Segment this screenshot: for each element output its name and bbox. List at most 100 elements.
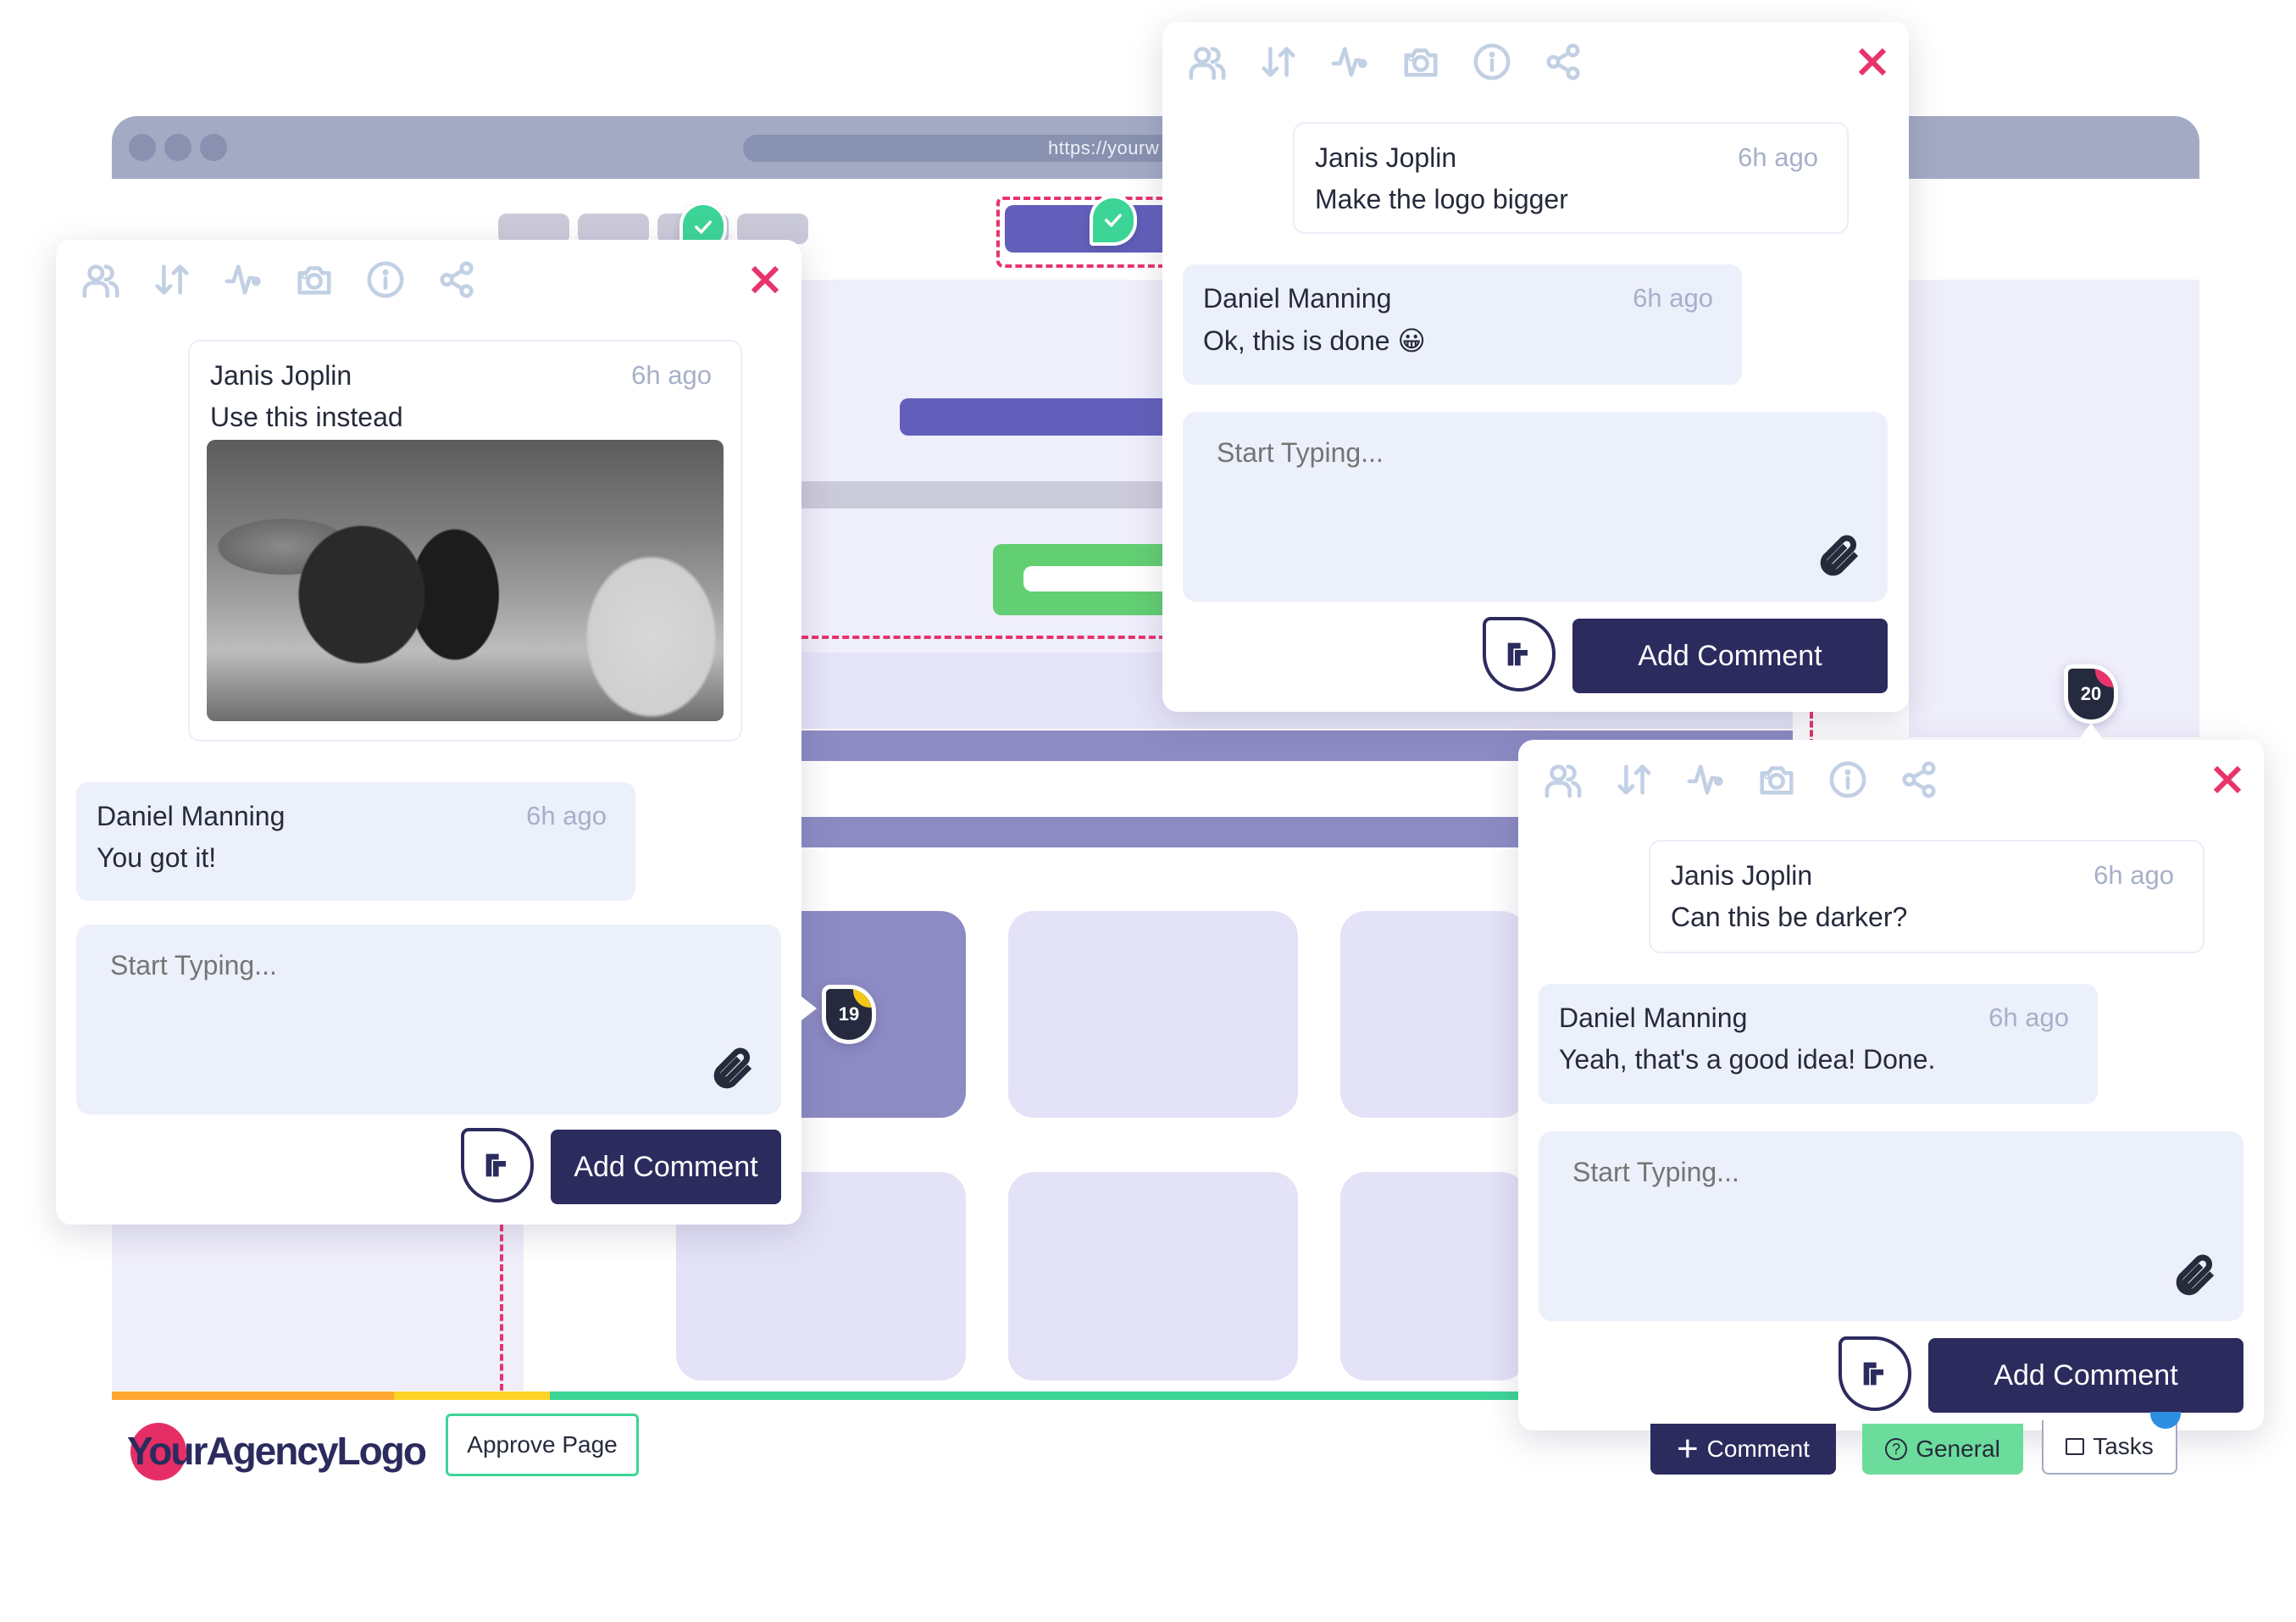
- message-time: 6h ago: [2094, 860, 2174, 890]
- comment-popup: Janis Joplin 6h ago Make the logo bigger…: [1162, 22, 1909, 712]
- general-button[interactable]: ? General: [1862, 1424, 2023, 1475]
- message-text: You got it!: [97, 842, 217, 873]
- activity-icon[interactable]: [1330, 42, 1369, 86]
- chat-bubble-icon: [2066, 1438, 2085, 1455]
- brand-icon: [1507, 642, 1528, 666]
- hero-subline: [801, 481, 1166, 508]
- message-time: 6h ago: [526, 801, 607, 830]
- plus-icon: +: [1676, 1428, 1699, 1469]
- share-icon[interactable]: [437, 260, 476, 303]
- window-dot-maximize[interactable]: [200, 134, 227, 161]
- users-icon[interactable]: [81, 260, 120, 303]
- comment-input[interactable]: [1539, 1131, 2243, 1321]
- message-reply: Daniel Manning 6h ago You got it!: [76, 782, 635, 901]
- help-circle-icon: ?: [1885, 1438, 1908, 1460]
- add-comment-button[interactable]: Add Comment: [551, 1130, 781, 1204]
- popup-toolbar: [1188, 42, 1583, 86]
- add-comment-label: Add Comment: [1994, 1358, 2178, 1391]
- message-incoming: Janis Joplin 6h ago Can this be darker?: [1649, 840, 2204, 953]
- brand-logo-button[interactable]: [1483, 617, 1556, 692]
- hero-headline-bar: [900, 398, 1171, 436]
- activity-icon[interactable]: [224, 260, 263, 303]
- tasks-button-label: Tasks: [2093, 1433, 2154, 1459]
- window-dot-close[interactable]: [129, 134, 156, 161]
- logo-text: YourAgencyLogo: [127, 1429, 427, 1473]
- brand-icon: [1863, 1362, 1883, 1386]
- progress-segment: [393, 1391, 551, 1400]
- comment-popup: Janis Joplin 6h ago Can this be darker? …: [1518, 740, 2264, 1430]
- message-text: Can this be darker?: [1671, 902, 1908, 932]
- check-icon: [695, 220, 712, 235]
- message-time: 6h ago: [1633, 283, 1713, 313]
- selection-outline: [500, 1225, 503, 1391]
- add-comment-mode-button[interactable]: + Comment: [1650, 1424, 1836, 1475]
- tile-card[interactable]: [1008, 911, 1298, 1118]
- camera-icon[interactable]: [1401, 42, 1440, 86]
- message-reply: Daniel Manning 6h ago Yeah, that's a goo…: [1539, 984, 2098, 1104]
- sort-icon[interactable]: [1259, 42, 1298, 86]
- sort-icon[interactable]: [1615, 760, 1654, 803]
- brand-logo-button[interactable]: [1838, 1336, 1911, 1411]
- add-comment-label: Add Comment: [1638, 639, 1822, 672]
- camera-icon[interactable]: [1757, 760, 1796, 803]
- tile-card[interactable]: [1340, 1172, 1527, 1380]
- brand-icon: [485, 1153, 506, 1177]
- users-icon[interactable]: [1188, 42, 1227, 86]
- approved-pin[interactable]: [1090, 195, 1137, 246]
- paperclip-icon[interactable]: [1816, 532, 1864, 580]
- side-panel: [1909, 280, 2199, 737]
- message-time: 6h ago: [631, 360, 712, 390]
- activity-icon[interactable]: [1686, 760, 1725, 803]
- tile-card[interactable]: [1340, 911, 1527, 1118]
- sort-icon[interactable]: [153, 260, 191, 303]
- approve-page-label: Approve Page: [467, 1431, 618, 1458]
- share-icon[interactable]: [1899, 760, 1938, 803]
- message-incoming: Janis Joplin 6h ago Make the logo bigger: [1293, 122, 1849, 234]
- close-icon[interactable]: [747, 262, 783, 297]
- camera-icon[interactable]: [295, 260, 334, 303]
- popup-toolbar: [81, 260, 476, 303]
- comment-popup: Janis Joplin 6h ago Use this instead Dan…: [56, 240, 801, 1225]
- message-text: Yeah, that's a good idea! Done.: [1559, 1044, 1936, 1075]
- close-icon[interactable]: [1855, 44, 1890, 80]
- window-dot-minimize[interactable]: [164, 134, 191, 161]
- tile-card[interactable]: [1008, 1172, 1298, 1380]
- users-icon[interactable]: [1544, 760, 1583, 803]
- add-comment-label: Add Comment: [574, 1150, 758, 1183]
- message-text: Ok, this is done 😀: [1203, 325, 1426, 356]
- selection-outline: [801, 636, 1166, 639]
- paperclip-icon[interactable]: [2172, 1252, 2220, 1299]
- message-text: Make the logo bigger: [1315, 184, 1568, 214]
- info-icon[interactable]: [366, 260, 405, 303]
- general-button-label: General: [1916, 1436, 2000, 1462]
- comment-input[interactable]: [1183, 412, 1888, 602]
- paperclip-icon[interactable]: [710, 1045, 757, 1092]
- info-icon[interactable]: [1472, 42, 1511, 86]
- comment-pin-19[interactable]: 19: [822, 985, 876, 1044]
- comment-input[interactable]: [76, 925, 781, 1114]
- progress-segment: [112, 1391, 394, 1400]
- info-icon[interactable]: [1828, 760, 1867, 803]
- tasks-button[interactable]: Tasks: [2042, 1420, 2177, 1475]
- pin-count: 20: [2080, 683, 2102, 704]
- share-icon[interactable]: [1544, 42, 1583, 86]
- message-time: 6h ago: [1738, 142, 1818, 172]
- popup-pointer: [801, 997, 817, 1020]
- add-comment-button[interactable]: Add Comment: [1928, 1338, 2243, 1413]
- agency-logo[interactable]: YourAgencyLogo: [127, 1419, 427, 1482]
- close-icon[interactable]: [2210, 762, 2245, 797]
- hero-cta-button[interactable]: [993, 544, 1176, 615]
- comment-pin-20[interactable]: 20: [2064, 664, 2118, 724]
- check-icon: [1105, 214, 1122, 228]
- divider-bar: [801, 817, 1522, 847]
- message-text: Use this instead: [210, 402, 403, 432]
- approve-page-button[interactable]: Approve Page: [446, 1414, 639, 1476]
- message-time: 6h ago: [1988, 1003, 2069, 1032]
- url-text: https://yourw: [1048, 137, 1160, 158]
- add-comment-button[interactable]: Add Comment: [1572, 619, 1888, 693]
- pin-count: 19: [838, 1003, 860, 1025]
- left-column: [112, 1225, 524, 1391]
- attached-photo[interactable]: [207, 440, 724, 721]
- message-reply: Daniel Manning 6h ago Ok, this is done 😀: [1183, 264, 1742, 385]
- brand-logo-button[interactable]: [461, 1128, 534, 1203]
